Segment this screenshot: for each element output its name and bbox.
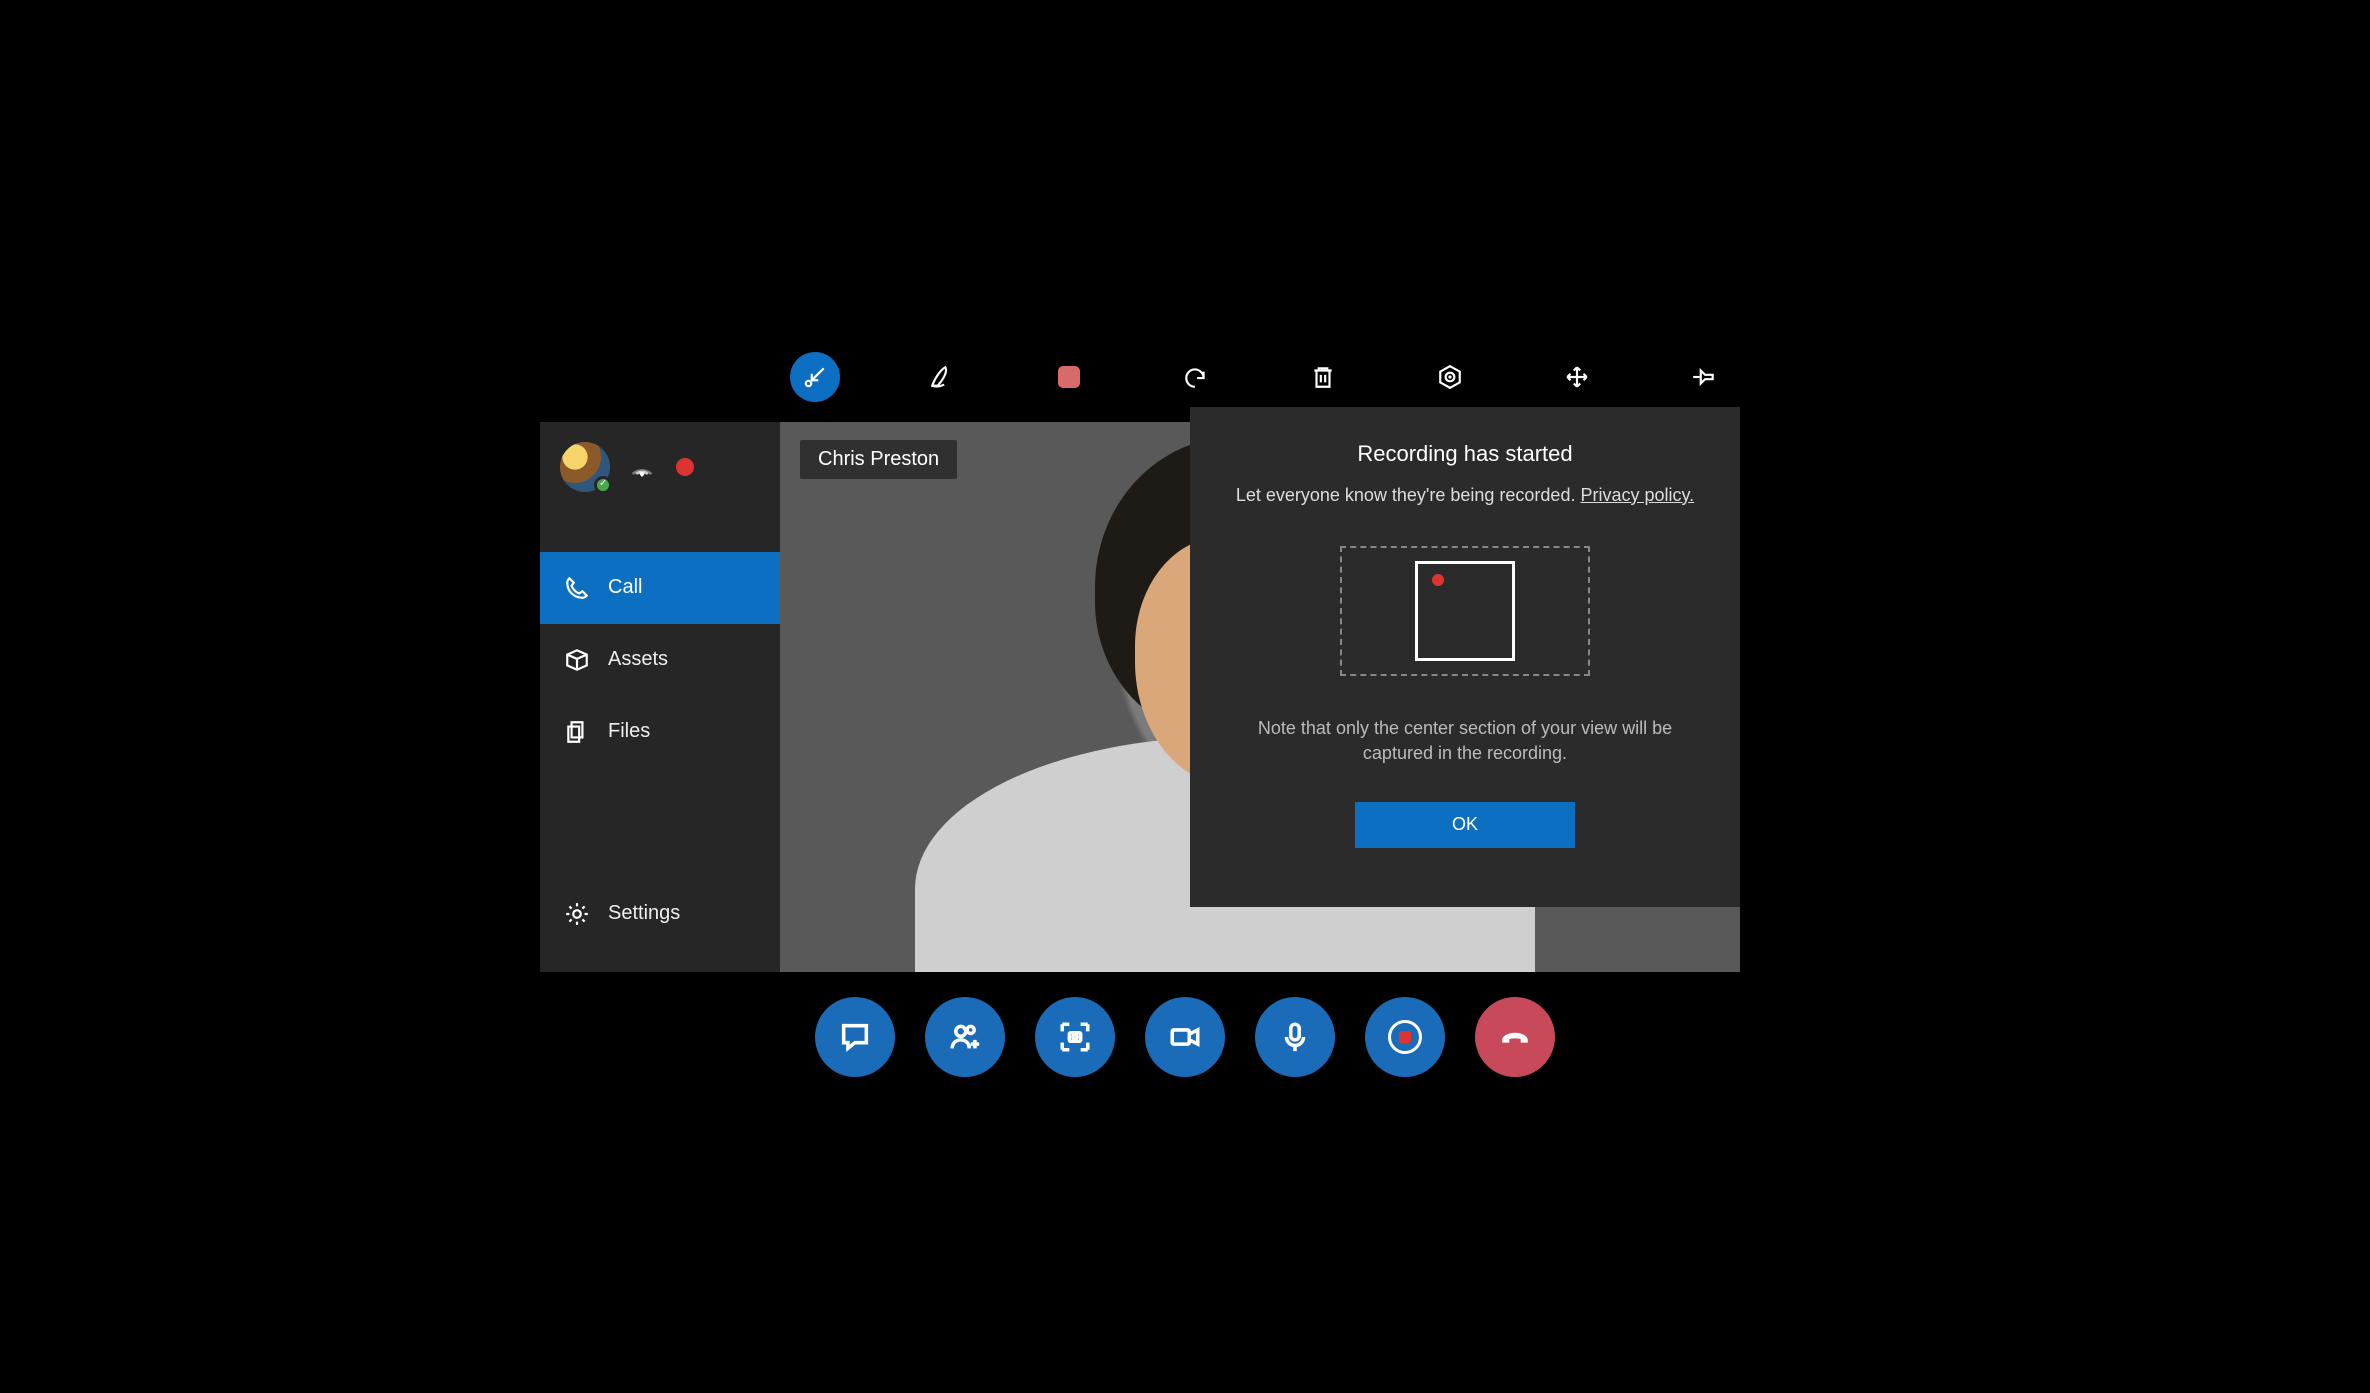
record-icon [1388, 1020, 1422, 1054]
call-controls-bar [470, 997, 1900, 1077]
toolbar-locate-button[interactable] [1425, 352, 1475, 402]
delete-icon [1310, 364, 1336, 390]
sidebar-header [540, 422, 780, 512]
sidebar-item-label: Settings [608, 902, 680, 925]
sidebar-item-label: Files [608, 720, 650, 743]
ink-icon [929, 364, 955, 390]
files-icon [564, 719, 590, 745]
toolbar-pin-button[interactable] [1679, 352, 1729, 402]
sidebar-item-label: Call [608, 576, 642, 599]
dialog-ok-button[interactable]: OK [1355, 802, 1575, 848]
toolbar-stop-button[interactable] [1044, 352, 1094, 402]
top-toolbar [790, 347, 1800, 407]
minimize-icon [802, 364, 828, 390]
avatar[interactable] [560, 442, 610, 492]
toolbar-move-button[interactable] [1552, 352, 1602, 402]
pin-icon [1691, 364, 1717, 390]
toolbar-minimize-button[interactable] [790, 352, 840, 402]
dialog-note: Note that only the center section of you… [1230, 716, 1700, 766]
sidebar-item-call[interactable]: Call [540, 552, 780, 624]
toolbar-undo-button[interactable] [1171, 352, 1221, 402]
recording-indicator-icon [674, 456, 696, 478]
nav-spacer [540, 768, 780, 878]
add-people-icon [948, 1020, 982, 1054]
sidebar-item-files[interactable]: Files [540, 696, 780, 768]
undo-icon [1183, 364, 1209, 390]
capture-icon [1058, 1020, 1092, 1054]
recording-started-dialog: Recording has started Let everyone know … [1190, 407, 1740, 907]
dialog-subtitle: Let everyone know they're being recorded… [1236, 485, 1694, 506]
dialog-title: Recording has started [1357, 441, 1572, 467]
move-icon [1564, 364, 1590, 390]
mic-icon [1278, 1020, 1312, 1054]
gear-icon [564, 901, 590, 927]
hangup-icon [1498, 1020, 1532, 1054]
signal-icon [628, 453, 656, 481]
sidebar-item-settings[interactable]: Settings [540, 878, 780, 950]
recording-area-inner [1415, 561, 1515, 661]
video-icon [1168, 1020, 1202, 1054]
sidebar-item-assets[interactable]: Assets [540, 624, 780, 696]
stop-icon [1058, 366, 1080, 388]
phone-icon [564, 575, 590, 601]
add-people-button[interactable] [925, 997, 1005, 1077]
app-window: Call Assets Files Settings [470, 277, 1900, 1117]
presence-online-icon [594, 476, 612, 494]
mic-button[interactable] [1255, 997, 1335, 1077]
dialog-subtitle-text: Let everyone know they're being recorded… [1236, 485, 1581, 505]
recording-dot-icon [1432, 574, 1444, 586]
participant-name-tag: Chris Preston [800, 440, 957, 479]
chat-button[interactable] [815, 997, 895, 1077]
hangup-button[interactable] [1475, 997, 1555, 1077]
toolbar-ink-button[interactable] [917, 352, 967, 402]
nav-list: Call Assets Files [540, 552, 780, 768]
video-button[interactable] [1145, 997, 1225, 1077]
chat-icon [838, 1020, 872, 1054]
toolbar-delete-button[interactable] [1298, 352, 1348, 402]
box-icon [564, 647, 590, 673]
recording-area-diagram [1340, 546, 1590, 676]
locate-icon [1437, 364, 1463, 390]
record-button[interactable] [1365, 997, 1445, 1077]
sidebar: Call Assets Files Settings [540, 422, 780, 972]
privacy-policy-link[interactable]: Privacy policy. [1580, 485, 1694, 505]
sidebar-item-label: Assets [608, 648, 668, 671]
capture-button[interactable] [1035, 997, 1115, 1077]
